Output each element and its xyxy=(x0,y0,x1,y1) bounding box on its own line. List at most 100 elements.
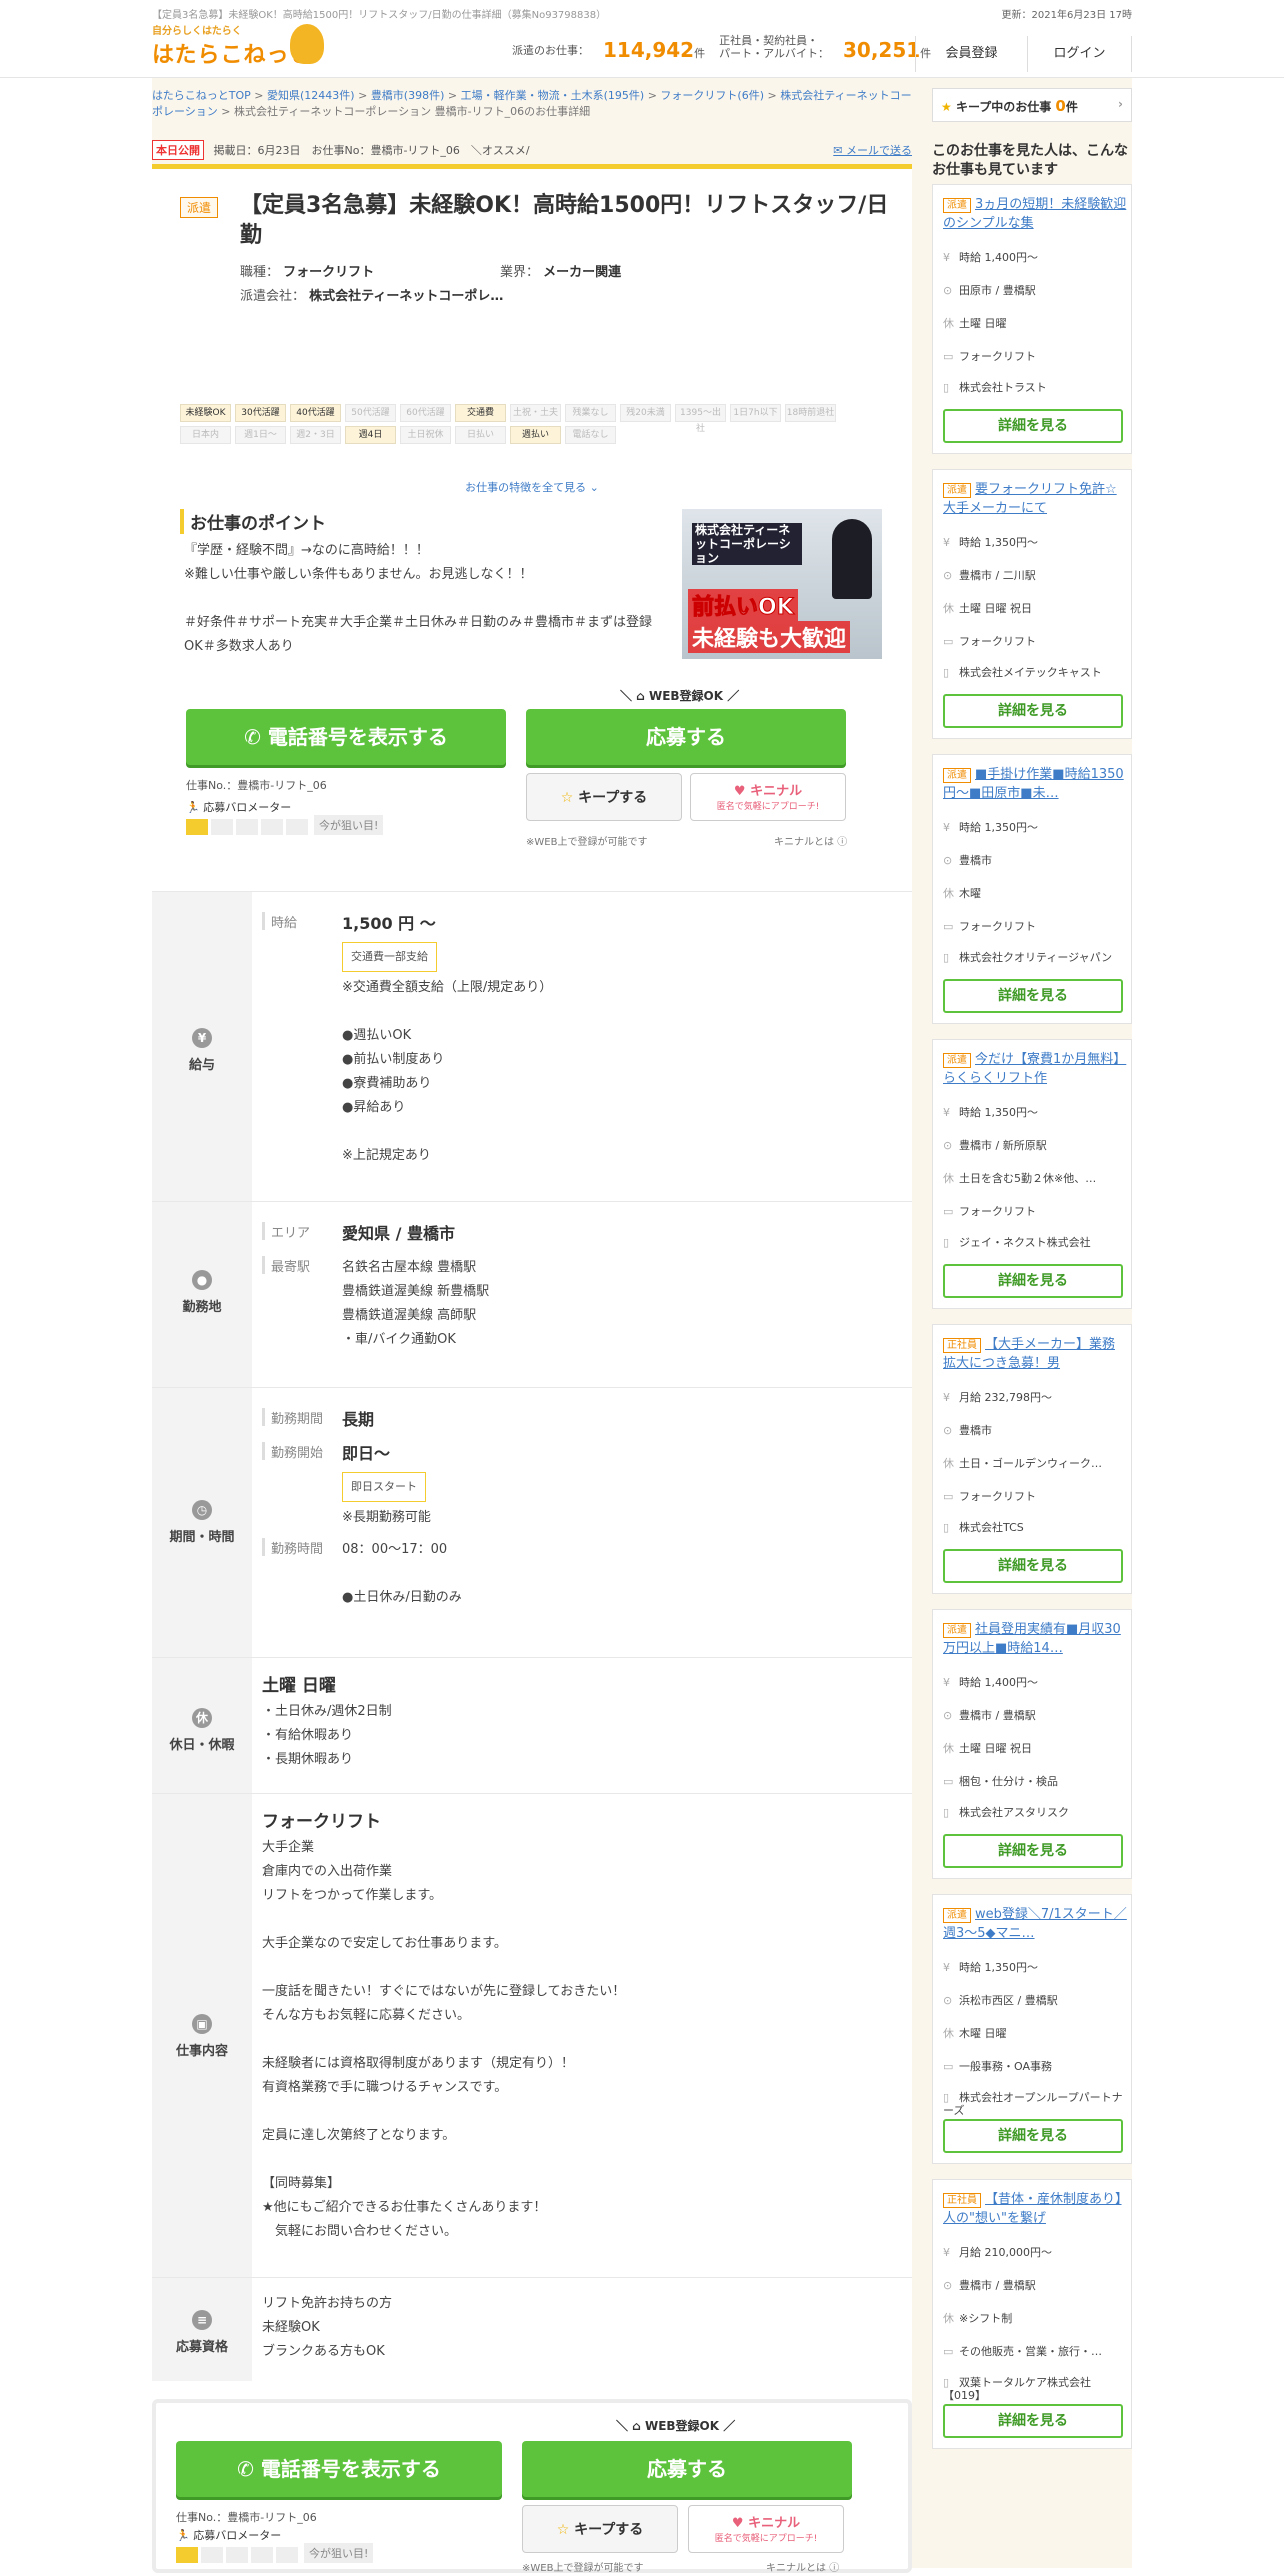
feature-tag: 1日7h以下 xyxy=(730,404,781,422)
recommend-title[interactable]: 派遣 社員登用実績有■月収30万円以上■時給14… xyxy=(943,1620,1127,1658)
recommend-card[interactable]: 派遣 ■手掛け作業■時給1350円～■田原市■未… ¥ 時給 1,350円～ ⊙ 豊橋市休… xyxy=(932,754,1132,1024)
recommend-title[interactable]: 派遣 今だけ【寮費1か月無料】らくらくリフト作 xyxy=(943,1050,1127,1088)
pin-icon: ⊙ xyxy=(943,1424,953,1437)
detail-button[interactable]: 詳細を見る xyxy=(943,2404,1123,2438)
feature-tag: 週4日 xyxy=(345,426,396,444)
pay-head-label: 給与 xyxy=(188,1058,215,1073)
recommend-card[interactable]: 派遣 要フォークリフト免許☆大手メーカーにて ¥ 時給 1,350円～ ⊙ 豊橋市 / 二… xyxy=(932,469,1132,739)
keep-button-bottom[interactable]: ☆ キープする xyxy=(522,2505,678,2553)
recommend-holiday: 休 ※シフト制 xyxy=(943,2310,1127,2326)
job-counts: 派遣のお仕事： 114,942件 正社員・契約社員・ パート・アルバイト： 30,… xyxy=(512,34,931,62)
home-icon: ⌂ xyxy=(636,689,645,703)
recommend-card[interactable]: 派遣 web登録＼7/1スタート／週3～5◆マニ… ¥ 時給 1,350円～ ⊙ 浜松市西… xyxy=(932,1894,1132,2164)
star-icon: ☆ xyxy=(556,2522,575,2538)
feature-tags: 未経験OK 30代活躍 40代活躍 50代活躍 60代活躍 交通費 土祝・土夫 残業なし 残20… xyxy=(180,404,880,444)
kininaru-button-bottom[interactable]: ♥ キニナル 匿名で気軽にアプローチ! xyxy=(688,2505,844,2553)
recommend-company: ▯ 株式会社TCS xyxy=(943,1521,1127,1534)
breadcrumb-top[interactable]: はたらこねっとTOP xyxy=(152,89,251,102)
kininaru-sub-bottom: 匿名で気軽にアプローチ! xyxy=(714,2534,818,2544)
job-number-bottom: 仕事No.：豊橋市-リフト_06 xyxy=(176,2511,317,2524)
recommend-holiday: 休土曜 日曜 xyxy=(943,315,1127,331)
yen-icon: ¥ xyxy=(943,1961,950,1974)
point-text: 『学歴・経験不問』→なのに高時給！！！ ※難しい仕事や厳しい条件もありません。お… xyxy=(184,543,653,654)
publish-row: 本日公開 掲載日：6月23日 お仕事No：豊橋市-リフト_06 ＼オススメ/ ✉… xyxy=(152,140,912,160)
recommend-company: ▯ 株式会社オープンループパートナーズ xyxy=(943,2091,1127,2117)
yen-icon: ¥ xyxy=(943,1391,950,1404)
keep-list-link[interactable]: ★ キープ中のお仕事 0件 › xyxy=(932,88,1132,122)
period-value: 長期 xyxy=(342,1410,375,1429)
recommend-job-text: フォークリフト xyxy=(959,635,1036,648)
cta-top: ＼ ⌂ WEB登録OK ／ ✆ 電話番号を表示する 応募する 仕事No.：豊橋市… xyxy=(152,687,912,877)
breadcrumb-category[interactable]: 工場・軽作業・物流・土木系(195件) xyxy=(461,89,645,102)
recommend-type: 正社員 xyxy=(943,1338,981,1353)
feature-tag: 1395～出社 xyxy=(675,404,726,434)
heart-icon: ♥ xyxy=(733,784,751,799)
period-label: 勤務期間 xyxy=(262,1408,342,1427)
apply-button-bottom[interactable]: 応募する xyxy=(522,2441,852,2497)
yen-icon: ¥ xyxy=(943,536,950,549)
feature-tag: 週払い xyxy=(510,426,561,444)
time-row: 勤務時間 08：00～17：00 ●土日休み/日勤のみ xyxy=(262,1538,882,1610)
keep-button[interactable]: ☆ キープする xyxy=(526,773,682,821)
detail-button[interactable]: 詳細を見る xyxy=(943,979,1123,1013)
recommend-title[interactable]: 正社員 【大手メーカー】業務拡大につき急募！男 xyxy=(943,1335,1127,1373)
section-location: ● 勤務地 エリア 愛知県 / 豊橋市 最寄駅 名鉄名古屋本線 豊橋駅 豊橋鉄道渥美線… xyxy=(152,1201,912,1387)
detail-button[interactable]: 詳細を見る xyxy=(943,2119,1123,2153)
breadcrumb-pref[interactable]: 愛知県(12443件) xyxy=(267,89,355,102)
more-features-link[interactable]: お仕事の特徴を全て見る ⌄ xyxy=(152,479,912,495)
recommend-card[interactable]: 派遣 今だけ【寮費1か月無料】らくらくリフト作 ¥ 時給 1,350円～ ⊙ 豊橋市 / … xyxy=(932,1039,1132,1309)
apply-button[interactable]: 応募する xyxy=(526,709,846,765)
breadcrumb-job[interactable]: フォークリフト(6件) xyxy=(660,89,764,102)
job-company: 派遣会社： 株式会社ティーネットコーポレ… xyxy=(240,285,503,304)
briefcase-icon: ▭ xyxy=(943,1490,954,1503)
occupation-value: フォークリフト xyxy=(283,265,375,280)
building-icon: ▯ xyxy=(943,951,950,964)
detail-button[interactable]: 詳細を見る xyxy=(943,1264,1123,1298)
recommend-holiday: 休木曜 xyxy=(943,885,1127,901)
detail-button[interactable]: 詳細を見る xyxy=(943,1834,1123,1868)
recommend-job-text: フォークリフト xyxy=(959,350,1036,363)
briefcase-icon: ▭ xyxy=(943,2060,954,2073)
kininaru-help-link-bottom[interactable]: キニナルとは ⓘ xyxy=(766,2559,839,2574)
keep-count: 0 xyxy=(1055,97,1066,115)
kininaru-help-link[interactable]: キニナルとは ⓘ xyxy=(774,833,847,848)
meter-bar-bottom xyxy=(176,2547,298,2563)
recommend-card[interactable]: 正社員 【昔体・産休制度あり】人の"想い"を繋げ ¥ 月給 210,000円～ ⊙ 豊橋市… xyxy=(932,2179,1132,2449)
site-logo[interactable]: 自分らしくはたらく はたらこねっと xyxy=(152,22,332,72)
recommend-card[interactable]: 派遣 3ヵ月の短期！未経験歓迎のシンプルな集 ¥ 時給 1,400円～ ⊙ 田原市 / 豊… xyxy=(932,184,1132,454)
pay-label: 時給 xyxy=(262,912,342,931)
holiday-icon: 休 xyxy=(943,2312,954,2325)
recommend-title[interactable]: 派遣 web登録＼7/1スタート／週3～5◆マニ… xyxy=(943,1905,1127,1943)
recommend-holiday-text: ※シフト制 xyxy=(959,2312,1013,2325)
detail-button[interactable]: 詳細を見る xyxy=(943,694,1123,728)
transport-badge: 交通費一部支給 xyxy=(342,942,437,972)
work-body: フォークリフト 大手企業 倉庫内での入出荷作業 リフトをつかって作業します。 大手… xyxy=(262,1810,882,2244)
holiday-icon: 休 xyxy=(943,887,954,900)
recommend-company-text: 株式会社オープンループパートナーズ xyxy=(943,2091,1123,2117)
keep-list-label: キープ中のお仕事 xyxy=(955,100,1052,114)
recommend-card[interactable]: 正社員 【大手メーカー】業務拡大につき急募！男 ¥ 月給 232,798円～ ⊙ 豊橋市休… xyxy=(932,1324,1132,1594)
pin-icon: ⊙ xyxy=(943,2279,953,2292)
recommend-company: ▯ 株式会社メイテックキャスト xyxy=(943,666,1127,679)
recommend-card[interactable]: 派遣 社員登用実績有■月収30万円以上■時給14… ¥ 時給 1,400円～ ⊙ 豊橋市 … xyxy=(932,1609,1132,1879)
holiday-icon: 休 xyxy=(943,1172,954,1185)
recommend-title[interactable]: 派遣 ■手掛け作業■時給1350円～■田原市■未… xyxy=(943,765,1127,803)
show-phone-button-bottom[interactable]: ✆ 電話番号を表示する xyxy=(176,2441,502,2497)
register-button[interactable]: 会員登録 xyxy=(915,36,1027,72)
heart-icon: ♥ xyxy=(731,2516,749,2531)
yen-icon: ¥ xyxy=(943,1106,950,1119)
recommend-job: ▭ 梱包・仕分け・検品 xyxy=(943,1773,1127,1789)
detail-button[interactable]: 詳細を見る xyxy=(943,1549,1123,1583)
breadcrumb-city[interactable]: 豊橋市(398件) xyxy=(371,89,445,102)
recommend-title[interactable]: 派遣 要フォークリフト免許☆大手メーカーにて xyxy=(943,480,1127,518)
kininaru-button[interactable]: ♥ キニナル 匿名で気軽にアプローチ! xyxy=(690,773,846,821)
mail-link[interactable]: ✉ メールで送る xyxy=(833,142,912,158)
recommend-holiday-text: 木曜 日曜 xyxy=(959,2027,1007,2040)
mail-link-label: メールで送る xyxy=(846,144,912,157)
detail-button[interactable]: 詳細を見る xyxy=(943,409,1123,443)
station-value: 名鉄名古屋本線 豊橋駅 豊橋鉄道渥美線 新豊橋駅 豊橋鉄道渥美線 高師駅 ・車/… xyxy=(342,1260,490,1347)
recommend-title[interactable]: 派遣 3ヵ月の短期！未経験歓迎のシンプルな集 xyxy=(943,195,1127,233)
recommend-title[interactable]: 正社員 【昔体・産休制度あり】人の"想い"を繋げ xyxy=(943,2190,1127,2228)
login-button[interactable]: ログイン xyxy=(1027,36,1132,72)
show-phone-button[interactable]: ✆ 電話番号を表示する xyxy=(186,709,506,765)
